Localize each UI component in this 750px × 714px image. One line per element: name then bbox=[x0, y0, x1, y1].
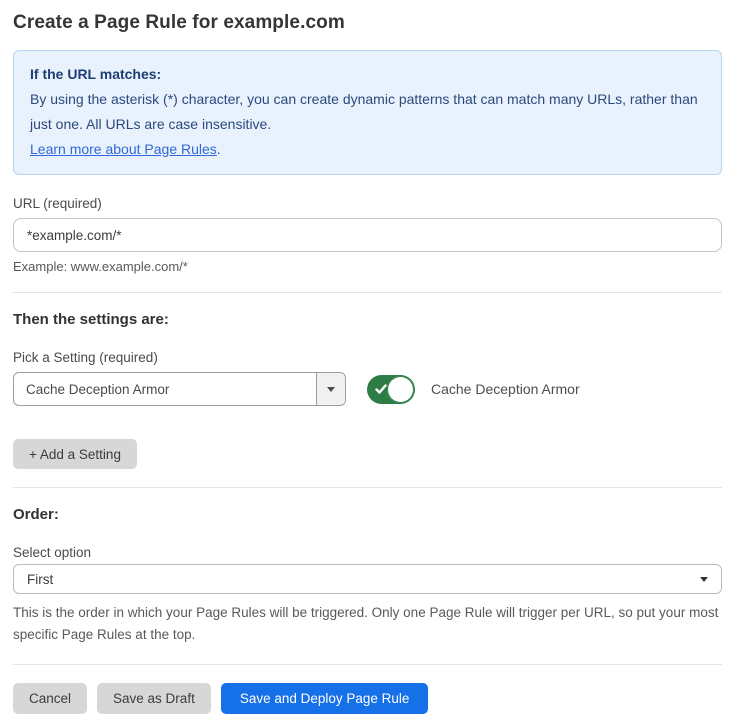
check-icon bbox=[375, 383, 387, 395]
setting-select[interactable]: Cache Deception Armor bbox=[13, 372, 346, 406]
learn-more-link[interactable]: Learn more about Page Rules bbox=[30, 141, 217, 157]
url-label: URL (required) bbox=[13, 196, 722, 211]
save-and-deploy-button[interactable]: Save and Deploy Page Rule bbox=[221, 683, 429, 714]
order-section-heading: Order: bbox=[13, 506, 722, 523]
footer-actions: Cancel Save as Draft Save and Deploy Pag… bbox=[13, 683, 722, 714]
chevron-down-icon[interactable] bbox=[316, 373, 345, 405]
order-select-value: First bbox=[27, 572, 53, 587]
pick-setting-label: Pick a Setting (required) bbox=[13, 350, 722, 365]
info-box-body: By using the asterisk (*) character, you… bbox=[30, 87, 705, 137]
divider bbox=[13, 292, 722, 293]
toggle-knob bbox=[387, 376, 414, 403]
order-select[interactable]: First bbox=[13, 564, 722, 594]
setting-row: Cache Deception Armor Cache Deception Ar… bbox=[13, 372, 722, 406]
add-setting-button[interactable]: + Add a Setting bbox=[13, 439, 137, 469]
url-helper-text: Example: www.example.com/* bbox=[13, 259, 722, 274]
order-select-label: Select option bbox=[13, 545, 722, 560]
chevron-down-icon bbox=[700, 577, 708, 582]
create-page-rule-form: Create a Page Rule for example.com If th… bbox=[0, 0, 750, 679]
setting-toggle-label: Cache Deception Armor bbox=[431, 381, 580, 397]
page-title: Create a Page Rule for example.com bbox=[13, 12, 722, 34]
link-suffix: . bbox=[217, 141, 221, 157]
order-helper-text: This is the order in which your Page Rul… bbox=[13, 602, 722, 646]
divider bbox=[13, 664, 722, 665]
setting-select-value: Cache Deception Armor bbox=[14, 382, 316, 397]
setting-toggle-group: Cache Deception Armor bbox=[367, 375, 580, 404]
url-input[interactable] bbox=[13, 218, 722, 252]
save-as-draft-button[interactable]: Save as Draft bbox=[97, 683, 211, 714]
url-match-info-box: If the URL matches: By using the asteris… bbox=[13, 50, 722, 175]
setting-toggle[interactable] bbox=[367, 375, 415, 404]
info-box-link-line: Learn more about Page Rules. bbox=[30, 137, 705, 162]
divider bbox=[13, 487, 722, 488]
info-box-heading: If the URL matches: bbox=[30, 62, 705, 87]
settings-section-heading: Then the settings are: bbox=[13, 311, 722, 328]
cancel-button[interactable]: Cancel bbox=[13, 683, 87, 714]
